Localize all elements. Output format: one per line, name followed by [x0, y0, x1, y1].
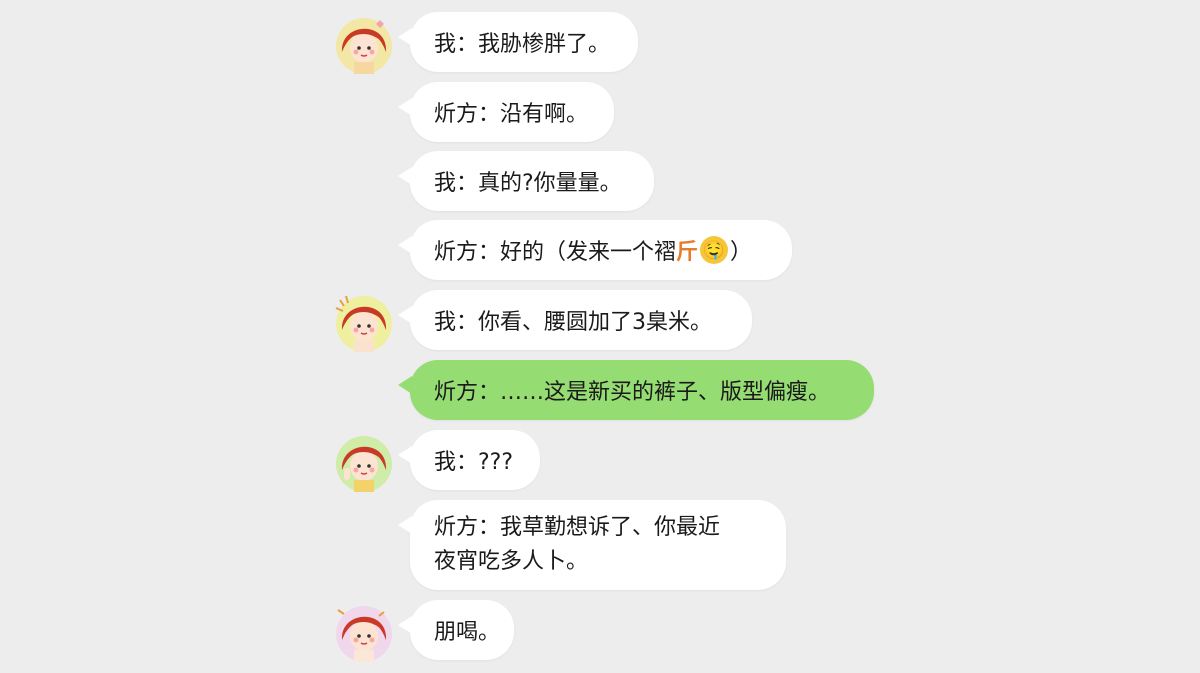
emoji-icon: 🤤 — [700, 236, 729, 264]
message-text-line1: 炘方：我草勤想诉了、你最近 — [434, 515, 721, 540]
avatar-icon[interactable] — [332, 430, 396, 494]
message-text: 朋喝。 — [434, 620, 501, 645]
message-bubble[interactable]: 我：??? — [398, 430, 540, 490]
message-text: 炘方：沿有啊。 — [434, 102, 589, 127]
chat-area: 我：我胁椮胖了。 炘方：沿有啊。 我：真的?你量量。 炘方：好的（发来一个褶 斤… — [0, 0, 1200, 673]
message-bubble[interactable]: 朋喝。 — [398, 600, 514, 660]
message-bubble[interactable]: 炘方：我草勤想诉了、你最近 夜宵吃多人卜。 — [398, 500, 786, 590]
avatar-icon[interactable] — [332, 290, 396, 354]
message-bubble[interactable]: 我：真的?你量量。 — [398, 151, 654, 211]
message-bubble[interactable]: 我：我胁椮胖了。 — [398, 12, 638, 72]
message-bubble[interactable]: 我：你看、腰圆加了3臬米。 — [398, 290, 752, 350]
message-text: 我：你看、腰圆加了3臬米。 — [434, 310, 712, 335]
message-text-line2: 夜宵吃多人卜。 — [434, 549, 589, 574]
message-bubble[interactable]: 炘方：好的（发来一个褶 斤 🤤 ） — [398, 220, 792, 280]
message-bubble[interactable]: 炘方：……这是新买的裤子、版型偏瘦。 — [398, 360, 874, 420]
avatar-icon[interactable] — [332, 12, 396, 76]
message-text: 我：??? — [434, 450, 514, 475]
message-text: 我：真的?你量量。 — [434, 171, 622, 196]
message-bubble[interactable]: 炘方：沿有啊。 — [398, 82, 614, 142]
avatar-icon[interactable] — [332, 600, 396, 664]
message-text: 炘方：……这是新买的裤子、版型偏瘦。 — [434, 380, 831, 405]
message-text: 炘方：好的（发来一个褶 — [434, 240, 677, 265]
message-text: 我：我胁椮胖了。 — [434, 32, 611, 57]
message-text: ） — [730, 240, 753, 265]
message-text-highlight: 斤 — [676, 240, 699, 265]
